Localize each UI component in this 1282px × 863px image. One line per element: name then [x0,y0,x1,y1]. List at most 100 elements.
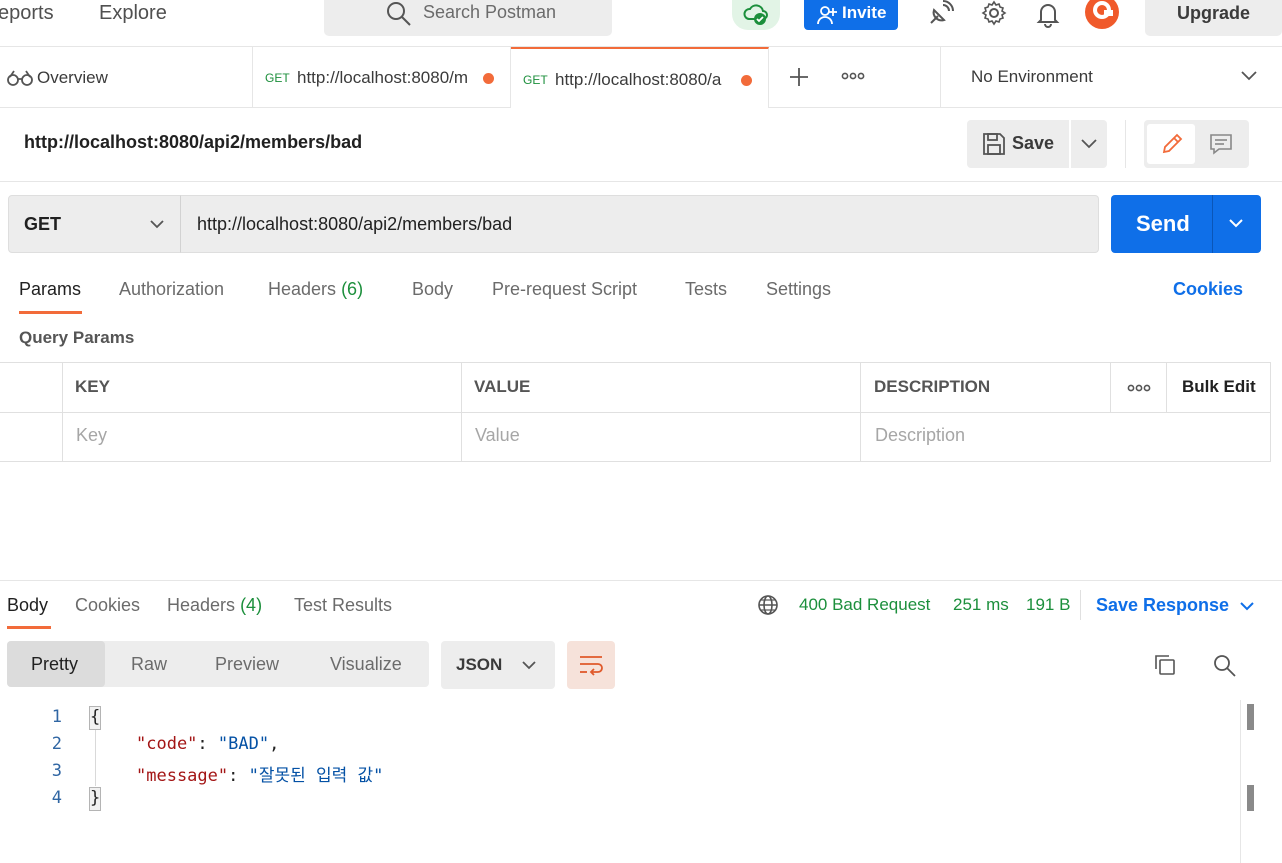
upgrade-button[interactable]: Upgrade [1145,0,1282,36]
tab-authorization[interactable]: Authorization [119,279,224,300]
settings-gear-icon[interactable] [980,0,1008,28]
send-button[interactable]: Send [1111,195,1261,253]
tab-params[interactable]: Params [19,279,81,300]
chevron-down-icon[interactable] [1229,219,1243,228]
tab-body[interactable]: Body [412,279,453,300]
nav-reports[interactable]: eports [0,0,54,28]
request-tab-bar: Overview GET http://localhost:8080/m GET… [0,47,1282,108]
avatar-icon[interactable] [1084,0,1120,30]
sync-status[interactable] [732,0,780,30]
send-label: Send [1136,211,1190,236]
tab-request-1[interactable]: GET http://localhost:8080/m [253,47,511,108]
tab-headers[interactable]: Headers (6) [268,279,363,300]
column-divider [62,363,63,462]
edit-comment-toggle[interactable] [1144,120,1249,168]
scrollbar-track[interactable] [1240,700,1241,863]
active-tab-indicator [7,626,51,629]
column-divider [860,363,861,462]
save-label: Save [1012,133,1055,153]
line-number: 4 [51,788,62,808]
chevron-down-icon[interactable] [1081,139,1097,149]
search-postman[interactable]: Search Postman [324,0,612,36]
toolbar-separator [1125,120,1126,168]
column-header-value: VALUE [474,377,531,396]
response-status[interactable]: 400 Bad Request [799,595,930,615]
request-title[interactable]: http://localhost:8080/api2/members/bad [24,132,362,153]
search-icon[interactable] [1213,654,1237,678]
send-split-divider [1212,195,1213,253]
tab-overview-label: Overview [37,68,108,87]
value-input[interactable]: Value [475,425,520,446]
scrollbar-marker [1247,704,1254,730]
save-button[interactable]: Save [967,120,1107,168]
line-number: 3 [51,761,62,781]
unsaved-dot-icon [483,73,494,84]
response-tab-headers[interactable]: Headers (4) [167,595,262,616]
pencil-icon [1162,133,1183,154]
search-placeholder: Search Postman [423,2,557,22]
comment-icon[interactable] [1209,133,1233,155]
bell-icon[interactable] [1034,0,1062,28]
response-view-segmented-control: Pretty Raw Preview Visualize [7,641,429,687]
active-tab-indicator [19,311,82,314]
response-time[interactable]: 251 ms [953,595,1009,615]
description-input[interactable]: Description [875,425,965,446]
url-input[interactable]: http://localhost:8080/api2/members/bad [180,195,1099,253]
wrap-lines-button[interactable] [567,641,615,689]
tab-url: http://localhost:8080/m [297,68,469,87]
format-label: JSON [456,655,503,674]
save-divider [1069,120,1071,168]
satellite-icon[interactable] [926,0,954,28]
binoculars-icon [7,70,33,86]
json-key: "message" [136,766,229,786]
cloud-sync-icon [743,4,768,25]
tab-overview[interactable]: Overview [0,47,253,108]
environment-select[interactable]: No Environment [940,47,1282,108]
divider [0,181,1282,182]
query-params-table: KEY VALUE DESCRIPTION Bulk Edit Key Valu… [0,362,1271,462]
response-tab-test-results[interactable]: Test Results [294,595,392,616]
response-size[interactable]: 191 B [1026,595,1070,615]
key-input[interactable]: Key [76,425,107,446]
tab-settings[interactable]: Settings [766,279,831,300]
method-label: GET [24,214,62,234]
tab-method: GET [265,71,290,85]
tab-request-2[interactable]: GET http://localhost:8080/a [511,47,769,108]
cookies-link[interactable]: Cookies [1173,279,1243,300]
view-pretty-label[interactable]: Pretty [31,654,78,675]
new-tab-plus-icon[interactable] [788,66,810,88]
response-headers-label: Headers [167,595,236,615]
view-raw[interactable]: Raw [131,654,167,675]
column-header-key: KEY [75,377,110,396]
add-user-icon [817,6,837,25]
response-headers-count: (4) [240,595,263,615]
copy-icon[interactable] [1154,654,1176,676]
column-header-description: DESCRIPTION [874,377,991,396]
response-tab-cookies[interactable]: Cookies [75,595,140,616]
tab-tests[interactable]: Tests [685,279,727,300]
response-tab-body[interactable]: Body [7,595,48,616]
invite-label: Invite [842,3,887,22]
view-visualize[interactable]: Visualize [330,654,402,675]
top-header: eports Explore Search Postman Invite Upg… [0,0,1282,47]
view-preview[interactable]: Preview [215,654,279,675]
edit-mode-button[interactable] [1147,124,1195,164]
save-response-label: Save Response [1096,595,1230,615]
tab-headers-label: Headers [268,279,337,299]
more-tabs-icon[interactable] [841,71,865,81]
tab-url: http://localhost:8080/a [555,70,722,89]
method-select[interactable]: GET [8,195,181,253]
tab-prerequest-script[interactable]: Pre-request Script [492,279,637,300]
more-options-icon[interactable] [1127,383,1151,393]
column-divider [1166,363,1167,412]
invite-button[interactable]: Invite [804,0,898,30]
nav-explore[interactable]: Explore [99,0,167,28]
url-value: http://localhost:8080/api2/members/bad [197,214,513,234]
json-key: "code" [136,734,198,754]
save-response-button[interactable]: Save Response [1096,595,1254,616]
column-divider [461,363,462,462]
format-select[interactable]: JSON [441,641,555,689]
chevron-down-icon [150,220,164,229]
bulk-edit-button[interactable]: Bulk Edit [1182,377,1256,397]
globe-icon[interactable] [757,594,779,616]
